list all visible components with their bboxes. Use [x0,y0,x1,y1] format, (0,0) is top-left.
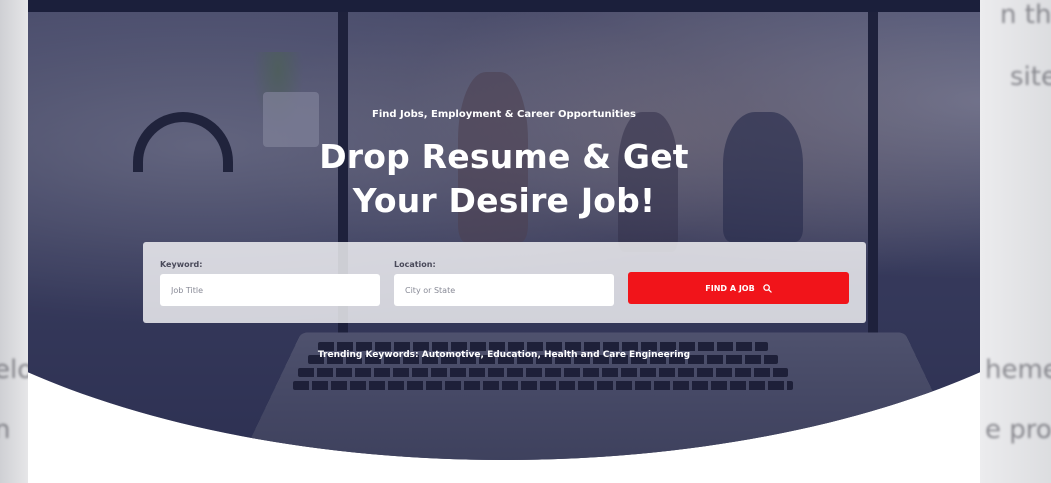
find-a-job-label: FIND A JOB [705,283,755,293]
background-text: n the [1000,0,1051,30]
hero-content: Find Jobs, Employment & Career Opportuni… [28,0,980,483]
viewport: n the site. elo n heme e pro Find Jobs, … [0,0,1051,483]
location-label: Location: [394,260,436,269]
background-text: heme [985,355,1051,385]
hero-subtitle: Find Jobs, Employment & Career Opportuni… [371,109,636,120]
job-search-form: Keyword: Location: FIND A JOB [143,242,866,323]
hero-title: Drop Resume & Get Your Desire Job! [28,135,980,223]
find-a-job-button[interactable]: FIND A JOB [628,272,849,304]
background-text: n [0,415,11,445]
hero-title-line: Drop Resume & Get [319,137,689,176]
background-text: e pro [985,415,1051,445]
search-icon [762,283,772,293]
background-text: site. [1010,62,1051,92]
keyword-label: Keyword: [160,260,203,269]
hero-title-line: Your Desire Job! [352,181,656,220]
background-page-left [0,0,28,483]
keyword-input[interactable] [160,274,380,306]
location-input[interactable] [394,274,614,306]
page-frame: Find Jobs, Employment & Career Opportuni… [28,0,980,483]
trending-keywords: Trending Keywords: Automotive, Education… [317,350,691,360]
